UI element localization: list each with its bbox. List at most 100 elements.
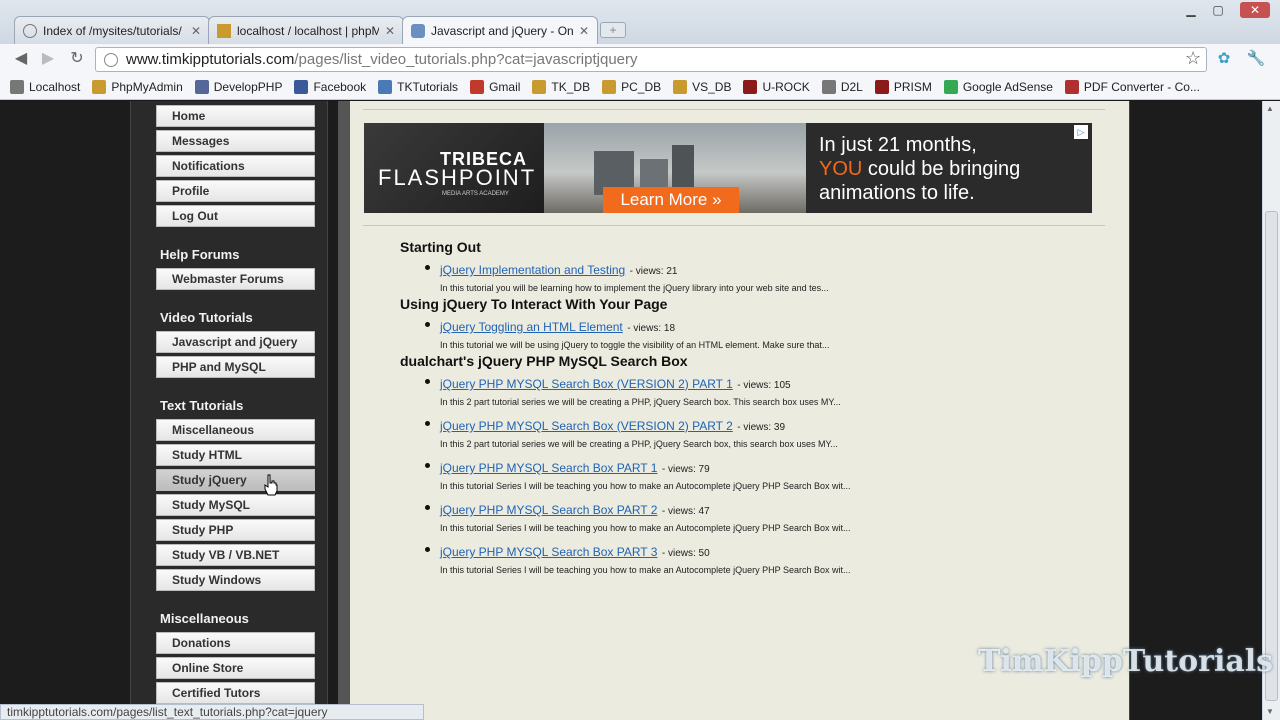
sidebar-item-certified-tutors[interactable]: Certified Tutors xyxy=(156,682,315,704)
globe-icon xyxy=(10,79,24,94)
sidebar-item-php-mysql[interactable]: PHP and MySQL xyxy=(156,356,315,378)
sidebar-item-study-html[interactable]: Study HTML xyxy=(156,444,315,466)
ad-learn-more-button[interactable]: Learn More » xyxy=(603,187,739,213)
pma-icon xyxy=(92,79,107,94)
tab-index-mysites[interactable]: Index of /mysites/tutorials/ ✕ xyxy=(14,16,210,44)
tab-phpmyadmin[interactable]: localhost / localhost | phpM ✕ xyxy=(208,16,404,44)
tab-title: localhost / localhost | phpM xyxy=(237,23,379,38)
ad-text-pre: In just 21 months, xyxy=(819,134,977,156)
bullet-icon xyxy=(425,265,430,270)
view-count: - views: 47 xyxy=(661,506,710,517)
tutorial-description: In this tutorial Series I will be teachi… xyxy=(440,481,851,491)
star-icon[interactable]: ☆ xyxy=(1185,48,1201,69)
vertical-scrollbar[interactable]: ▲ ▼ xyxy=(1262,101,1280,720)
hand-cursor-icon xyxy=(264,474,278,496)
bullet-icon xyxy=(425,463,430,468)
bookmark-item[interactable]: Facebook xyxy=(294,79,366,94)
maximize-icon[interactable]: ▢ xyxy=(1207,2,1229,18)
view-count: - views: 79 xyxy=(661,464,710,475)
bookmark-item[interactable]: D2L xyxy=(821,79,863,94)
view-count: - views: 39 xyxy=(737,422,786,433)
close-window-icon[interactable]: ✕ xyxy=(1240,2,1270,18)
close-icon[interactable]: ✕ xyxy=(385,24,395,38)
sidebar-item-home[interactable]: Home xyxy=(156,105,315,127)
bookmark-item[interactable]: PC_DB xyxy=(602,79,662,94)
bookmark-item[interactable]: PDF Converter - Co... xyxy=(1064,79,1200,94)
layout-divider xyxy=(338,101,350,720)
pma-icon xyxy=(673,79,688,94)
bookmark-label: D2L xyxy=(840,79,863,94)
sidebar-item-study-mysql[interactable]: Study MySQL xyxy=(156,494,315,516)
bookmark-item[interactable]: Localhost xyxy=(10,79,81,94)
section-title: Starting Out xyxy=(400,239,481,255)
bookmark-item[interactable]: DevelopPHP xyxy=(194,79,282,94)
bookmarks-bar: Localhost PhpMyAdmin DevelopPHP Facebook TKT… xyxy=(0,74,1280,100)
tutorial-description: In this tutorial you will be learning ho… xyxy=(440,283,829,293)
bookmark-item[interactable]: PhpMyAdmin xyxy=(92,79,183,94)
bookmark-item[interactable]: Gmail xyxy=(470,79,521,94)
forward-arrow-icon[interactable]: ▶ xyxy=(37,48,59,70)
bookmark-label: PC_DB xyxy=(621,79,662,94)
tutorial-link[interactable]: jQuery PHP MYSQL Search Box PART 2 xyxy=(440,503,657,517)
scroll-up-icon[interactable]: ▲ xyxy=(1266,104,1274,113)
view-count: - views: 105 xyxy=(737,380,791,391)
sidebar-heading-video: Video Tutorials xyxy=(160,310,253,325)
tutorial-link[interactable]: jQuery PHP MYSQL Search Box (VERSION 2) … xyxy=(440,377,733,391)
reload-icon[interactable]: ↻ xyxy=(66,48,88,70)
section-title: dualchart's jQuery PHP MySQL Search Box xyxy=(400,353,688,369)
bookmark-label: TK_DB xyxy=(551,79,591,94)
minimize-icon[interactable]: ▁ xyxy=(1180,2,1202,18)
close-icon[interactable]: ✕ xyxy=(191,24,201,38)
adchoices-icon[interactable]: ▷ xyxy=(1074,125,1088,139)
sidebar-item-miscellaneous[interactable]: Miscellaneous xyxy=(156,419,315,441)
new-tab-button[interactable]: + xyxy=(600,22,626,38)
bookmark-item[interactable]: VS_DB xyxy=(673,79,731,94)
sidebar-item-study-jquery[interactable]: Study jQuery xyxy=(156,469,315,491)
sidebar-item-donations[interactable]: Donations xyxy=(156,632,315,654)
bookmark-label: Localhost xyxy=(29,79,81,94)
wrench-icon[interactable]: 🔧 xyxy=(1246,49,1266,69)
pma-icon xyxy=(217,23,231,38)
scrollbar-thumb[interactable] xyxy=(1265,211,1278,701)
sidebar-item-logout[interactable]: Log Out xyxy=(156,205,315,227)
tab-javascript-jquery[interactable]: Javascript and jQuery - Onl ✕ xyxy=(402,16,598,44)
bookmark-item[interactable]: PRISM xyxy=(874,79,932,94)
sidebar: Home Messages Notifications Profile Log … xyxy=(130,101,328,720)
tutorial-link[interactable]: jQuery Implementation and Testing xyxy=(440,263,625,277)
bookmark-item[interactable]: U-ROCK xyxy=(743,79,810,94)
bookmark-label: Gmail xyxy=(489,79,521,94)
sidebar-item-javascript-jquery[interactable]: Javascript and jQuery xyxy=(156,331,315,353)
tutorial-link[interactable]: jQuery PHP MYSQL Search Box PART 3 xyxy=(440,545,657,559)
tutorial-link[interactable]: jQuery PHP MYSQL Search Box PART 1 xyxy=(440,461,657,475)
close-icon[interactable]: ✕ xyxy=(579,24,589,38)
ad-banner[interactable]: TRIBECA FLASHPOINT MEDIA ARTS ACADEMY Le… xyxy=(364,123,1092,213)
sidebar-item-study-vb[interactable]: Study VB / VB.NET xyxy=(156,544,315,566)
sidebar-item-webmaster-forums[interactable]: Webmaster Forums xyxy=(156,268,315,290)
tutorial-link[interactable]: jQuery PHP MYSQL Search Box (VERSION 2) … xyxy=(440,419,733,433)
list-item: jQuery Toggling an HTML Element - views:… xyxy=(400,318,1100,350)
address-bar[interactable]: www.timkipptutorials.com/pages/list_vide… xyxy=(95,47,1207,72)
tutorial-link[interactable]: jQuery Toggling an HTML Element xyxy=(440,320,623,334)
back-arrow-icon[interactable]: ◀ xyxy=(10,48,32,70)
bookmark-item[interactable]: Google AdSense xyxy=(943,79,1053,94)
sidebar-item-online-store[interactable]: Online Store xyxy=(156,657,315,679)
section-title: Using jQuery To Interact With Your Page xyxy=(400,296,668,312)
tab-title: Javascript and jQuery - Onl xyxy=(431,23,573,38)
sidebar-item-study-windows[interactable]: Study Windows xyxy=(156,569,315,591)
gmail-icon xyxy=(470,79,485,94)
bookmark-item[interactable]: TK_DB xyxy=(532,79,591,94)
ad-headline: In just 21 months, YOU could be bringing… xyxy=(819,133,1079,205)
bookmark-item[interactable]: TKTutorials xyxy=(378,79,459,94)
bullet-icon xyxy=(425,421,430,426)
sidebar-item-study-php[interactable]: Study PHP xyxy=(156,519,315,541)
scroll-down-icon[interactable]: ▼ xyxy=(1266,707,1274,716)
pma-icon xyxy=(532,79,547,94)
sidebar-item-notifications[interactable]: Notifications xyxy=(156,155,315,177)
extension-icon[interactable]: ✿ xyxy=(1214,49,1234,69)
tutorial-description: In this 2 part tutorial series we will b… xyxy=(440,439,838,449)
sidebar-item-profile[interactable]: Profile xyxy=(156,180,315,202)
bullet-icon xyxy=(425,505,430,510)
bookmark-label: TKTutorials xyxy=(397,79,459,94)
bookmark-label: U-ROCK xyxy=(762,79,810,94)
sidebar-item-messages[interactable]: Messages xyxy=(156,130,315,152)
